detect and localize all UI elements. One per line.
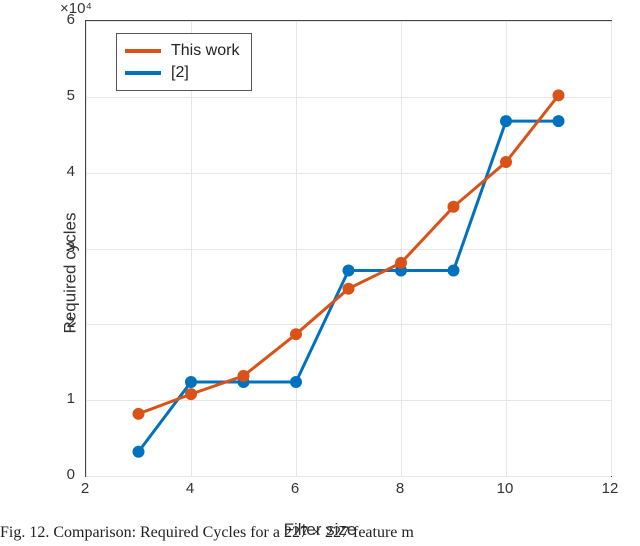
y-tick-label: 6 — [45, 11, 75, 28]
data-point — [343, 264, 355, 276]
data-point — [500, 115, 512, 127]
x-tick-label: 8 — [385, 480, 415, 497]
data-point — [448, 264, 460, 276]
data-point — [553, 115, 565, 127]
x-tick-label: 12 — [595, 480, 625, 497]
data-point — [185, 376, 197, 388]
legend-label: [2] — [171, 64, 189, 82]
gridline-h — [86, 476, 611, 477]
y-tick-label: 5 — [45, 87, 75, 104]
data-point — [343, 283, 355, 295]
data-point — [553, 89, 565, 101]
data-point — [133, 446, 145, 458]
y-tick-label: 4 — [45, 163, 75, 180]
gridline-v — [611, 21, 612, 476]
y-tick-label: 3 — [45, 239, 75, 256]
series-line — [139, 95, 559, 414]
data-point — [290, 328, 302, 340]
figure: ×10⁴ This work [2] Filter size Required … — [0, 0, 640, 546]
x-tick-label: 4 — [175, 480, 205, 497]
figure-caption: Fig. 12. Comparison: Required Cycles for… — [0, 524, 640, 542]
x-tick-label: 10 — [490, 480, 520, 497]
y-tick-label: 2 — [45, 314, 75, 331]
data-point — [448, 201, 460, 213]
legend-swatch — [125, 49, 161, 53]
data-point — [185, 388, 197, 400]
data-point — [500, 156, 512, 168]
data-point — [290, 376, 302, 388]
legend-swatch — [125, 71, 161, 75]
y-tick-label: 1 — [45, 390, 75, 407]
legend: This work [2] — [116, 33, 252, 91]
x-tick-label: 6 — [280, 480, 310, 497]
data-point — [238, 370, 250, 382]
legend-entry: [2] — [125, 62, 239, 84]
data-point — [133, 408, 145, 420]
plot-area: This work [2] — [85, 20, 612, 477]
legend-entry: This work — [125, 40, 239, 62]
legend-label: This work — [171, 42, 239, 60]
y-tick-label: 0 — [45, 466, 75, 483]
data-point — [395, 257, 407, 269]
